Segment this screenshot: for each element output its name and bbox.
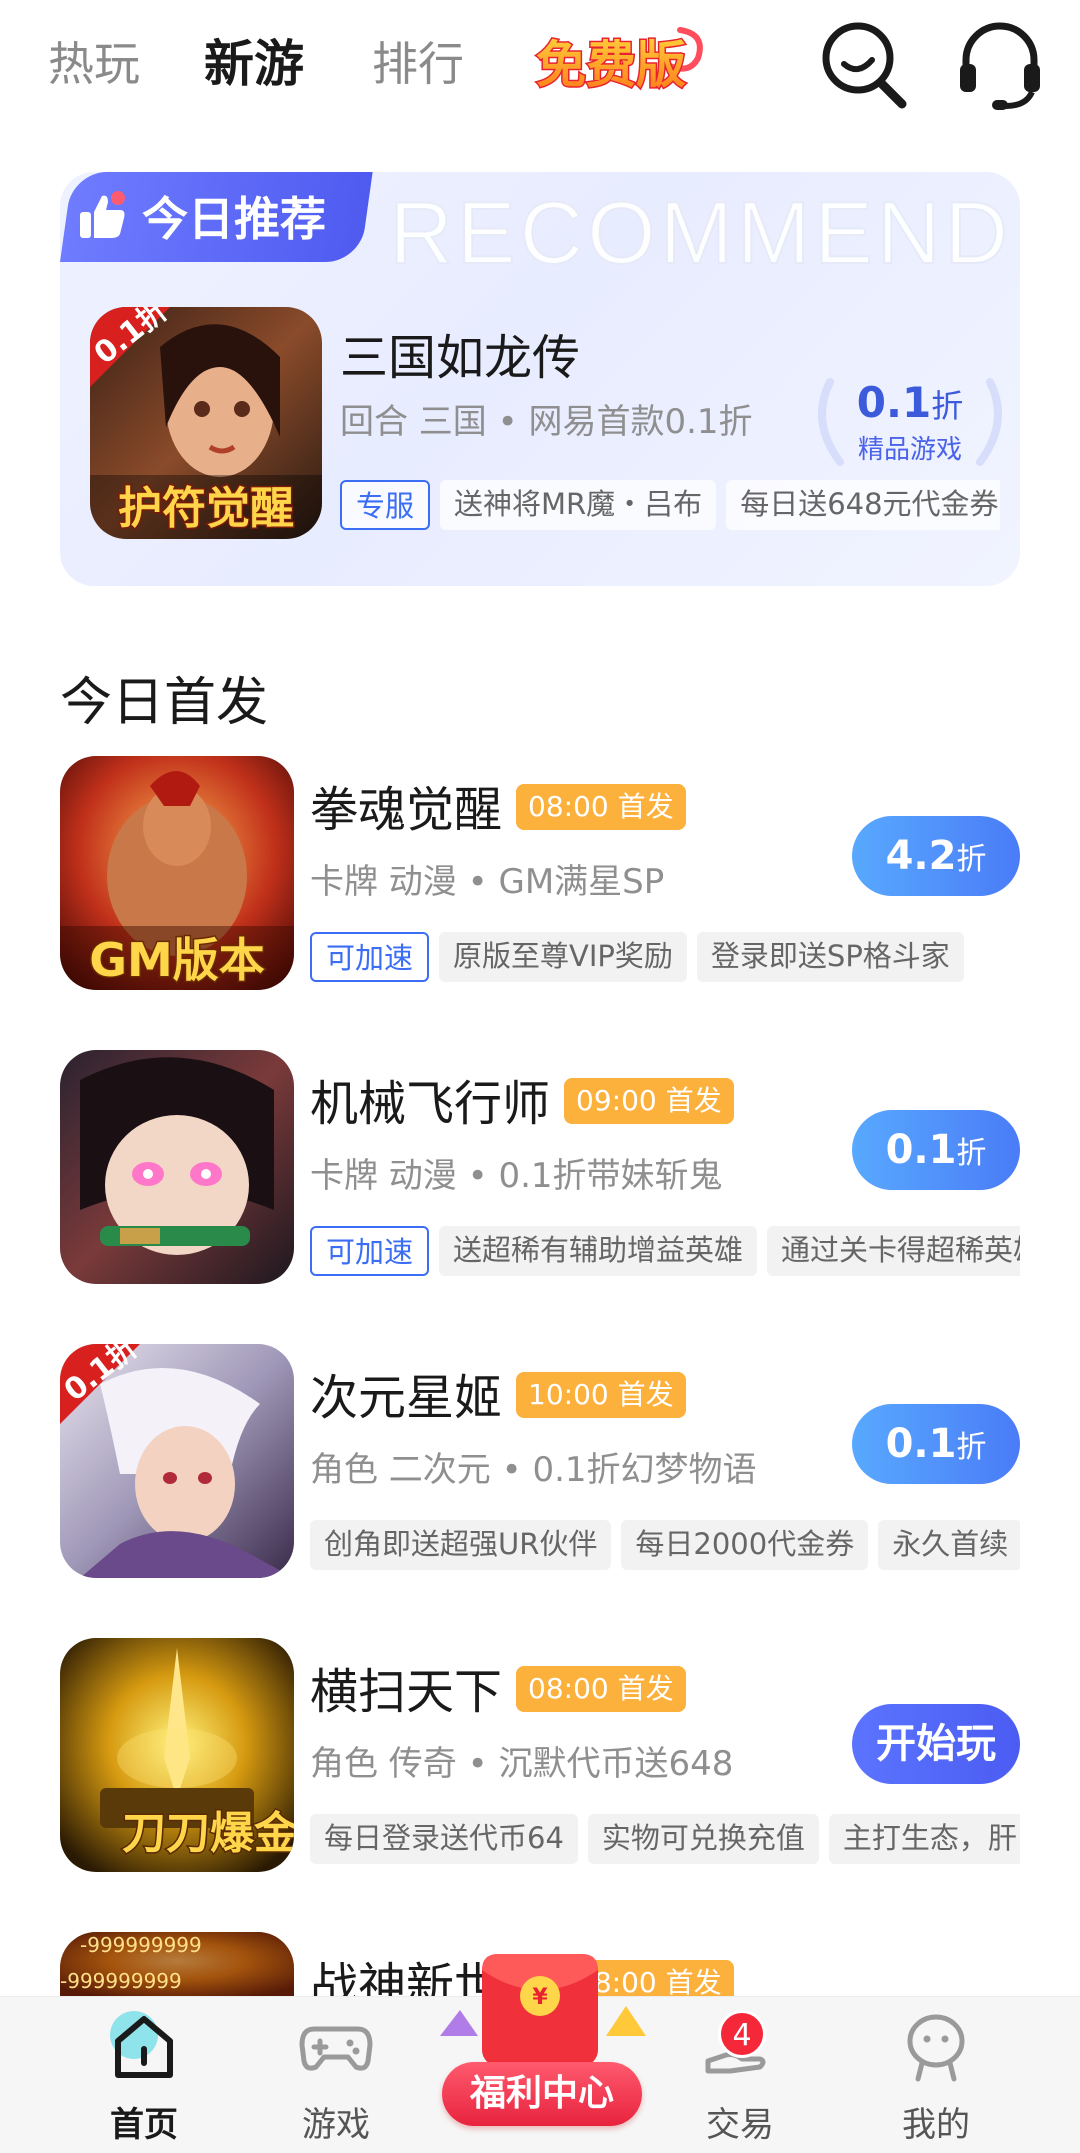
game-name: 横扫天下 xyxy=(310,1664,503,1720)
search-button[interactable] xyxy=(816,16,912,112)
search-icon xyxy=(822,22,907,109)
nav-welfare-center[interactable]: ¥ 福利中心 xyxy=(420,1940,660,2150)
tag: 每日2000代金券 xyxy=(621,1520,869,1570)
game-icon-ciyuan[interactable]: 0.1折 xyxy=(60,1344,294,1578)
game-title[interactable]: 拳魂觉醒 08:00 首发 xyxy=(310,770,686,840)
tag: 送超稀有辅助增益英雄 xyxy=(439,1226,758,1276)
tag: 实物可兑换充值 xyxy=(587,1814,819,1864)
nav-label: 交易 xyxy=(706,2105,774,2145)
red-envelope-icon: ¥ xyxy=(440,1954,646,2066)
tag: 通过关卡得超稀英雄 xyxy=(767,1226,1020,1276)
discount-value: 0.1 xyxy=(885,1127,957,1173)
tag: 创角即送超强UR伙伴 xyxy=(310,1520,612,1570)
recommend-game-meta: 回合 三国 • 网易首款0.1折 xyxy=(340,402,753,442)
discount-value: 0.1 xyxy=(885,1421,957,1467)
headset-icon xyxy=(960,22,1040,110)
tag: 永久首续 xyxy=(878,1520,1020,1570)
recommend-card[interactable]: RECOMMEND 今日推荐 0.1折 护符觉醒 三国如龙传 回合 三国 • 网… xyxy=(60,172,1020,586)
tag: 登录即送SP格斗家 xyxy=(696,932,964,982)
game-title[interactable]: 机械飞行师 09:00 首发 xyxy=(310,1064,734,1134)
game-icon-zhanshen[interactable]: -999999999 -999999999 xyxy=(60,1932,294,1996)
tag: 原版至尊VIP奖励 xyxy=(439,932,687,982)
tag-accelerate: 可加速 xyxy=(310,932,430,982)
launch-time-badge: 08:00 首发 xyxy=(516,1666,686,1712)
recommend-tags: 专服 送神将MR魔・吕布 每日送648元代金券 xyxy=(340,480,1000,532)
discount-unit: 折 xyxy=(956,842,987,877)
tab-hot[interactable]: 热玩 xyxy=(48,28,140,94)
tag: 送神将MR魔・吕布 xyxy=(440,480,717,530)
svg-text:¥: ¥ xyxy=(532,1985,548,2010)
game-meta: 角色 二次元 • 0.1折幻梦物语 xyxy=(310,1450,757,1490)
discount-unit: 折 xyxy=(956,1430,987,1465)
tag: 每日送648元代金券 xyxy=(726,480,1000,530)
discount-button[interactable]: 4.2折 xyxy=(852,816,1020,896)
svg-text:刀刀爆金: 刀刀爆金 xyxy=(122,1808,294,1859)
discount-button[interactable]: 0.1折 xyxy=(852,1404,1020,1484)
game-icon-hengsao[interactable]: 刀刀爆金 xyxy=(60,1638,294,1872)
nav-label: 首页 xyxy=(110,2105,178,2145)
tag-exclusive-server: 专服 xyxy=(340,480,431,530)
recommend-discount-unit: 折 xyxy=(931,387,964,425)
svg-text:-999999999: -999999999 xyxy=(60,1969,182,1993)
game-name: 拳魂觉醒 xyxy=(310,782,503,838)
recommend-header: 今日推荐 xyxy=(74,186,326,246)
recommend-game-name[interactable]: 三国如龙传 xyxy=(340,318,580,388)
game-name: 次元星姬 xyxy=(310,1370,503,1426)
home-icon xyxy=(110,2011,173,2078)
discount-value: 4.2 xyxy=(885,833,957,879)
launch-time-badge: 09:00 首发 xyxy=(564,1078,734,1124)
svg-text:-999999999: -999999999 xyxy=(80,1933,202,1957)
game-meta: 角色 传奇 • 沉默代币送648 xyxy=(310,1744,734,1784)
top-navigation: 热玩 新游 排行 免费版 xyxy=(0,0,1080,130)
game-tags: 创角即送超强UR伙伴 每日2000代金券 永久首续 xyxy=(310,1520,1020,1572)
section-title-today-launch: 今日首发 xyxy=(60,673,269,733)
game-name: 机械飞行师 xyxy=(310,1076,551,1132)
profile-icon xyxy=(907,2014,965,2082)
game-title[interactable]: 次元星姬 10:00 首发 xyxy=(310,1358,686,1428)
discount-unit: 折 xyxy=(956,1136,987,1171)
recommend-title: 今日推荐 xyxy=(142,192,326,246)
recommend-discount-label: 精品游戏 xyxy=(857,435,962,465)
game-row[interactable]: 机械飞行师 09:00 首发 卡牌 动漫 • 0.1折带妹斩鬼 0.1折 可加速送… xyxy=(60,1050,1020,1286)
svg-text:免费版: 免费版 xyxy=(536,36,686,94)
nav-home[interactable]: 首页 xyxy=(74,2005,214,2146)
game-meta: 卡牌 动漫 • 0.1折带妹斩鬼 xyxy=(310,1156,723,1196)
tag: 每日登录送代币64 xyxy=(310,1814,578,1864)
notification-badge: 4 xyxy=(718,2010,766,2058)
recommend-discount-value: 0.1 xyxy=(856,378,932,427)
tag-accelerate: 可加速 xyxy=(310,1226,430,1276)
thumbs-up-icon xyxy=(80,191,125,238)
welfare-center-label: 福利中心 xyxy=(442,2062,642,2126)
nav-label: 我的 xyxy=(902,2105,970,2145)
tab-ranking[interactable]: 排行 xyxy=(372,28,464,94)
nav-label: 游戏 xyxy=(302,2105,370,2145)
game-row[interactable]: 0.1折 次元星姬 10:00 首发 角色 二次元 • 0.1折幻梦物语 0.1折… xyxy=(60,1344,1020,1580)
recommend-discount: 0.1折 精品游戏 xyxy=(800,362,1020,482)
nav-profile[interactable]: 我的 xyxy=(866,2005,1006,2146)
free-version-badge[interactable]: 免费版 xyxy=(530,22,710,102)
game-row[interactable]: 刀刀爆金 横扫天下 08:00 首发 角色 传奇 • 沉默代币送648 开始玩 每… xyxy=(60,1638,1020,1874)
game-icon-sanguo[interactable]: 0.1折 护符觉醒 xyxy=(90,307,322,539)
game-tags: 可加速 原版至尊VIP奖励 登录即送SP格斗家 xyxy=(310,932,1020,984)
tab-new-games[interactable]: 新游 xyxy=(204,24,304,96)
nav-games[interactable]: 游戏 xyxy=(266,2005,406,2146)
tag: 主打生态，肝 xyxy=(828,1814,1020,1864)
game-tags: 每日登录送代币64 实物可兑换充值 主打生态，肝 xyxy=(310,1814,1020,1866)
game-meta: 卡牌 动漫 • GM满星SP xyxy=(310,862,665,902)
svg-text:护符觉醒: 护符觉醒 xyxy=(118,483,294,534)
game-icon-jixie[interactable] xyxy=(60,1050,294,1284)
game-row[interactable]: GM版本 拳魂觉醒 08:00 首发 卡牌 动漫 • GM满星SP 4.2折 可加… xyxy=(60,756,1020,992)
recommend-watermark: RECOMMEND xyxy=(388,182,1012,283)
start-play-button[interactable]: 开始玩 xyxy=(852,1704,1020,1784)
game-tags: 可加速 送超稀有辅助增益英雄 通过关卡得超稀英雄 xyxy=(310,1226,1020,1278)
discount-button[interactable]: 0.1折 xyxy=(852,1110,1020,1190)
gamepad-icon xyxy=(299,2026,373,2071)
svg-text:GM版本: GM版本 xyxy=(89,933,265,987)
game-title[interactable]: 横扫天下 08:00 首发 xyxy=(310,1652,686,1722)
launch-time-badge: 08:00 首发 xyxy=(516,784,686,830)
game-icon-quanhun[interactable]: GM版本 xyxy=(60,756,294,990)
free-version-logo: 免费版 xyxy=(535,27,703,96)
customer-service-button[interactable] xyxy=(952,16,1048,112)
launch-time-badge: 10:00 首发 xyxy=(516,1372,686,1418)
